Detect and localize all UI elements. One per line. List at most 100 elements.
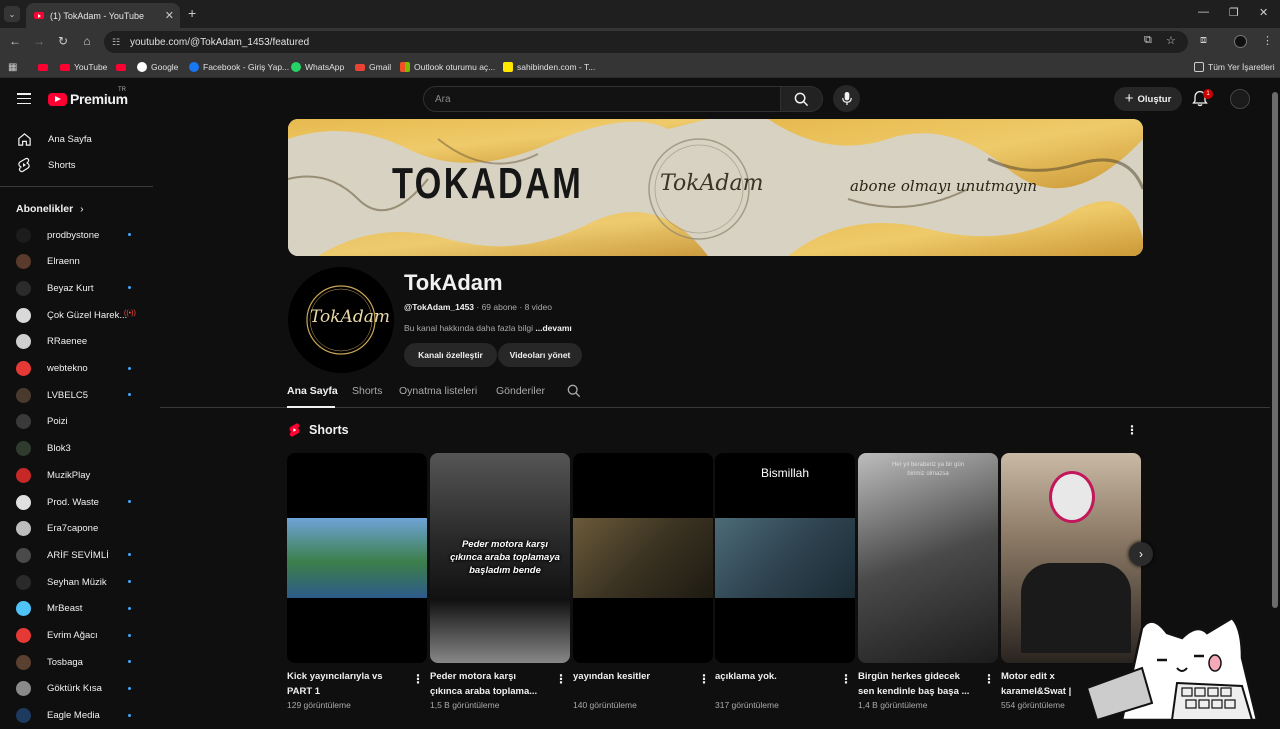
bookmark-facebook[interactable]: Facebook - Giriş Yap... [189, 60, 289, 74]
bookmark-whatsapp[interactable]: WhatsApp [291, 60, 344, 74]
sidebar-subscription-item[interactable]: Göktürk Kısa [0, 676, 153, 702]
minimize-icon[interactable]: — [1198, 6, 1209, 18]
sidebar-subscription-item[interactable]: Tosbaga [0, 649, 153, 675]
sidebar-subscription-item[interactable]: Era7capone [0, 516, 153, 542]
tab-search-chevron-icon[interactable]: ⌄ [4, 6, 20, 22]
tab-playlists[interactable]: Oynatma listeleri [399, 385, 477, 397]
short-more-icon[interactable]: ⋮ [412, 672, 424, 686]
sidebar-subscription-item[interactable]: MuzikPlay [0, 462, 153, 488]
sidebar-subscription-item[interactable]: prodbystone [0, 222, 153, 248]
address-bar[interactable]: ☷ youtube.com/@TokAdam_1453/featured [104, 31, 1188, 53]
sidebar-subscription-item[interactable]: RRaenee [0, 329, 153, 355]
bookmark-youtube-icon-2[interactable] [116, 60, 130, 74]
short-more-icon[interactable]: ⋮ [840, 672, 852, 686]
next-chevron-icon[interactable]: › [1129, 542, 1153, 566]
bookmark-youtube-icon-only[interactable] [38, 60, 52, 74]
forward-icon[interactable]: → [31, 34, 47, 48]
short-thumbnail[interactable] [573, 453, 713, 663]
channel-avatar[interactable]: TokAdam [288, 267, 394, 373]
sidebar-subscription-item[interactable]: Blok3 [0, 436, 153, 462]
tab-posts[interactable]: Gönderiler [496, 385, 545, 397]
channel-banner: TOKADAM TokAdam abone olmayı unutmayın [288, 119, 1143, 256]
short-thumbnail[interactable] [287, 453, 427, 663]
browser-tab[interactable]: (1) TokAdam - YouTube ✕ [26, 3, 180, 28]
sidebar-subscription-item[interactable]: webtekno [0, 356, 153, 382]
notification-badge: 1 [1203, 89, 1213, 99]
bookmark-google[interactable]: Google [137, 60, 178, 74]
short-more-icon[interactable]: ⋮ [983, 672, 995, 686]
channel-avatar-small [16, 441, 31, 457]
bookmark-outlook[interactable]: Outlook oturumu aç... [400, 60, 495, 74]
all-bookmarks[interactable]: Tüm Yer İşaretleri [1194, 60, 1275, 74]
sidebar-subscription-item[interactable]: Çok Güzel Harek... ((•)) [0, 302, 153, 328]
new-content-dot [128, 553, 131, 557]
apps-grid-icon[interactable]: ▦ [8, 60, 17, 74]
short-thumbnail[interactable]: Bismillah [715, 453, 855, 663]
page-scrollbar[interactable] [1270, 78, 1280, 720]
create-button[interactable]: + Oluştur [1114, 87, 1182, 111]
sidebar-subscription-item[interactable]: MrBeast [0, 596, 153, 622]
sidebar-subscription-item[interactable]: Prod. Waste [0, 489, 153, 515]
sidebar-subscription-item[interactable]: Evrim Ağacı [0, 623, 153, 649]
short-title[interactable]: yayından kesitler [573, 669, 693, 684]
short-more-icon[interactable]: ⋮ [555, 672, 567, 686]
short-thumbnail[interactable]: Her yıl beraberiz ya bir gün birimiz olm… [858, 453, 998, 663]
close-tab-icon[interactable]: ✕ [165, 9, 174, 22]
restore-icon[interactable]: ❐ [1229, 6, 1239, 19]
short-title[interactable]: Birgün herkes gidecek sen kendinle baş b… [858, 669, 978, 699]
sidebar-subscription-label: webtekno [47, 363, 88, 374]
short-title[interactable]: Kick yayıncılarıyla vs PART 1 [287, 669, 407, 699]
shorts-logo-icon [289, 423, 300, 437]
short-title[interactable]: açıklama yok. [715, 669, 835, 684]
sidebar-subscription-item[interactable]: Seyhan Müzik [0, 569, 153, 595]
voice-search-button[interactable] [833, 85, 860, 112]
menu-icon[interactable] [17, 93, 31, 105]
youtube-premium-logo[interactable]: Premium TR [48, 87, 128, 107]
short-title[interactable]: Peder motora karşı çıkınca araba toplama… [430, 669, 550, 699]
sidebar-subscription-item[interactable]: Elraenn [0, 249, 153, 275]
tab-home[interactable]: Ana Sayfa [287, 385, 338, 397]
sidebar-subscription-item[interactable]: ARİF SEVİMLİ [0, 542, 153, 568]
extensions-icon[interactable]: ⧈ [1200, 34, 1207, 47]
browser-menu-icon[interactable]: ⋮ [1262, 34, 1273, 47]
back-icon[interactable]: ← [7, 34, 23, 48]
short-more-icon[interactable]: ⋮ [698, 672, 710, 686]
close-window-icon[interactable]: ✕ [1259, 6, 1268, 19]
sidebar-subscription-item[interactable]: Beyaz Kurt [0, 275, 153, 301]
sidebar-subscription-item[interactable]: LVBELC5 [0, 382, 153, 408]
search-input[interactable]: Ara [423, 86, 781, 112]
sidebar-item-home[interactable]: Ana Sayfa [0, 126, 153, 152]
short-views: 554 görüntüleme [1001, 700, 1065, 710]
bookmark-sahibinden[interactable]: sahibinden.com - T... [503, 60, 595, 74]
customize-channel-button[interactable]: Kanalı özelleştir [404, 343, 497, 367]
subscriptions-heading[interactable]: Abonelikler › [16, 203, 84, 215]
new-content-dot [128, 233, 131, 236]
channel-search-icon[interactable] [567, 384, 581, 401]
new-content-dot [128, 366, 131, 370]
channel-avatar-small [16, 708, 31, 724]
channel-description[interactable]: Bu kanal hakkında daha fazla bilgi ...de… [404, 323, 572, 333]
bookmark-youtube[interactable]: YouTube [60, 60, 107, 74]
sidebar-item-shorts[interactable]: Shorts [0, 152, 153, 178]
short-thumbnail[interactable]: Peder motora karşı çıkınca araba toplama… [430, 453, 570, 663]
sidebar-subscription-label: Tosbaga [47, 656, 83, 668]
reload-icon[interactable]: ↻ [55, 34, 71, 48]
sidebar-subscription-label: LVBELC5 [47, 389, 89, 401]
site-info-icon[interactable]: ☷ [112, 37, 122, 47]
search-button[interactable] [781, 86, 823, 112]
more-link[interactable]: ...devamı [535, 323, 571, 333]
profile-avatar[interactable] [1234, 35, 1247, 48]
scrollbar-thumb[interactable] [1272, 92, 1278, 608]
tab-shorts[interactable]: Shorts [352, 385, 382, 397]
sidebar-subscription-item[interactable]: Eagle Media [0, 703, 153, 729]
account-avatar[interactable] [1230, 89, 1250, 109]
shorts-more-icon[interactable]: ⋮ [1126, 423, 1138, 437]
bookmark-star-icon[interactable]: ☆ [1166, 34, 1176, 47]
new-tab-icon[interactable]: + [188, 5, 196, 21]
home-icon[interactable]: ⌂ [79, 34, 95, 48]
sidebar-subscription-item[interactable]: Poizi [0, 409, 153, 435]
install-app-icon[interactable]: ⧉ [1144, 34, 1152, 47]
manage-videos-button[interactable]: Videoları yönet [498, 343, 582, 367]
new-content-dot [128, 580, 131, 584]
bookmark-gmail[interactable]: Gmail [355, 60, 391, 74]
